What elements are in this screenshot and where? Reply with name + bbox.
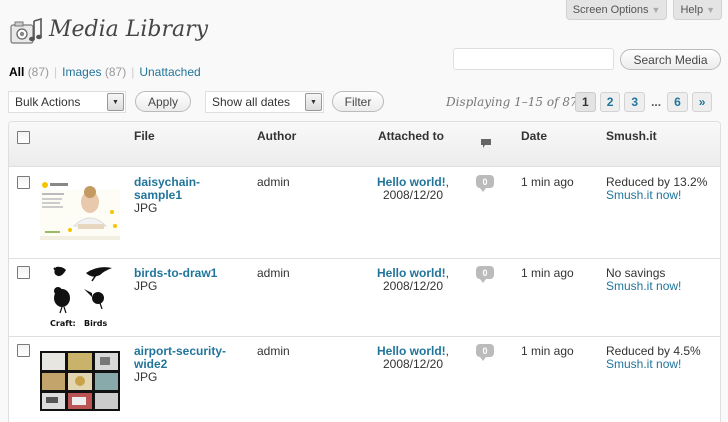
author: admin	[257, 175, 290, 189]
file-link[interactable]: daisychain-sample1 JPG	[134, 176, 244, 215]
attached-to: Hello world!, 2008/12/20	[376, 344, 449, 371]
filter-separator: |	[131, 65, 135, 79]
screen-meta-links: Screen Options ▼ Help ▼	[565, 0, 722, 20]
attached-date: 2008/12/20	[382, 357, 444, 371]
file-name: daisychain-sample1	[134, 175, 201, 202]
chevron-down-icon: ▼	[706, 5, 715, 15]
comment-count-bubble[interactable]: 0	[476, 175, 494, 192]
date: 1 min ago	[521, 344, 574, 358]
column-file[interactable]: File	[134, 130, 155, 143]
apply-button[interactable]: Apply	[135, 91, 191, 112]
smush-status: Reduced by 13.2%	[606, 175, 708, 189]
author: admin	[257, 266, 290, 280]
column-author: Author	[257, 129, 297, 143]
smush-cell: No savings Smush.it now!	[606, 267, 681, 293]
attached-post-link[interactable]: Hello world!	[377, 266, 446, 280]
chevron-down-icon: ▼	[107, 93, 124, 111]
attached-post-link[interactable]: Hello world!	[377, 344, 446, 358]
next-page[interactable]: »	[691, 92, 713, 112]
attached-date: 2008/12/20	[382, 188, 444, 202]
file-link[interactable]: airport-security-wide2 JPG	[134, 345, 244, 384]
page-1: 1	[575, 92, 596, 112]
chevron-down-icon: ▼	[305, 93, 322, 111]
comment-count-bubble[interactable]: 0	[476, 344, 494, 361]
search-input[interactable]	[453, 48, 614, 70]
row-checkbox[interactable]	[17, 176, 30, 189]
attached-date: 2008/12/20	[382, 279, 444, 293]
thumbnail-daisychain[interactable]	[40, 180, 120, 240]
help-label: Help	[680, 4, 704, 16]
page-3[interactable]: 3	[624, 92, 646, 112]
media-table: File Author Attached to Date Smush.it da…	[8, 121, 721, 422]
smush-status: No savings	[606, 266, 666, 280]
smush-now-link[interactable]: Smush.it now!	[606, 357, 681, 371]
thumbnail-airport-security[interactable]	[40, 351, 120, 411]
file-type: JPG	[134, 279, 158, 293]
thumbnail-birds[interactable]: Craft: Birds	[40, 265, 120, 329]
file-name: airport-security-wide2	[134, 344, 227, 371]
file-link[interactable]: birds-to-draw1 JPG	[134, 267, 244, 293]
birds-thumbnail-image: Craft: Birds	[40, 265, 120, 329]
birds-caption-2: Birds	[84, 319, 108, 328]
filter-all-count: (87)	[27, 65, 50, 79]
smush-status: Reduced by 4.5%	[606, 344, 701, 358]
column-smush: Smush.it	[606, 129, 657, 143]
select-all-checkbox[interactable]	[17, 131, 30, 144]
row-checkbox[interactable]	[17, 344, 30, 357]
table-row: daisychain-sample1 JPG admin Hello world!…	[9, 168, 720, 259]
smush-cell: Reduced by 13.2% Smush.it now!	[606, 176, 707, 202]
pagination: 1 2 3 ... 6 »	[575, 92, 713, 112]
attached-post-link[interactable]: Hello world!	[377, 175, 446, 189]
chevron-down-icon: ▼	[651, 5, 661, 15]
filter-images-label: Images	[62, 65, 102, 79]
filter-all-label: All	[9, 65, 25, 79]
page-2[interactable]: 2	[599, 92, 621, 112]
author: admin	[257, 344, 290, 358]
filter-unattached[interactable]: Unattached	[139, 65, 200, 79]
daisychain-thumbnail-image	[40, 180, 120, 240]
column-date[interactable]: Date	[521, 130, 547, 143]
page-ellipsis: ...	[651, 95, 662, 109]
displaying-num: Displaying 1–15 of 87	[446, 95, 578, 109]
comment-count-bubble[interactable]: 0	[476, 266, 494, 283]
file-type: JPG	[134, 201, 158, 215]
file-name: birds-to-draw1	[134, 266, 218, 280]
birds-caption-1: Craft:	[50, 319, 76, 328]
column-attached-to: Attached to	[378, 129, 444, 143]
screen-options-tab[interactable]: Screen Options ▼	[565, 0, 668, 20]
table-row: airport-security-wide2 JPG admin Hello wo…	[9, 337, 720, 422]
date: 1 min ago	[521, 175, 574, 189]
screen-options-label: Screen Options	[572, 4, 649, 16]
bulk-actions-value: Bulk Actions	[15, 95, 81, 109]
airport-security-thumbnail-image	[40, 351, 120, 411]
smush-cell: Reduced by 4.5% Smush.it now!	[606, 345, 701, 371]
table-row: Craft: Birds birds-to-draw1 JPG admin Hel…	[9, 259, 720, 337]
bulk-actions-select[interactable]: Bulk Actions ▼	[8, 91, 126, 113]
date: 1 min ago	[521, 266, 574, 280]
media-filter-links: All (87) | Images (87) | Unattached	[9, 65, 201, 79]
filter-images[interactable]: Images (87)	[62, 65, 126, 79]
comment-icon	[481, 139, 491, 148]
filter-separator: |	[54, 65, 58, 79]
search-media-button[interactable]: Search Media	[620, 49, 721, 70]
page-title: Media Library	[49, 17, 209, 42]
media-library-icon	[10, 17, 42, 44]
help-tab[interactable]: Help ▼	[673, 0, 722, 20]
filter-all[interactable]: All (87)	[9, 65, 49, 79]
smush-now-link[interactable]: Smush.it now!	[606, 279, 681, 293]
table-header: File Author Attached to Date Smush.it	[9, 122, 720, 167]
row-checkbox[interactable]	[17, 266, 30, 279]
attached-to: Hello world!, 2008/12/20	[376, 266, 449, 293]
date-filter-select[interactable]: Show all dates ▼	[205, 91, 324, 113]
date-filter-value: Show all dates	[212, 95, 291, 109]
file-type: JPG	[134, 370, 158, 384]
smush-now-link[interactable]: Smush.it now!	[606, 188, 681, 202]
filter-button[interactable]: Filter	[332, 91, 384, 112]
filter-images-count: (87)	[104, 65, 127, 79]
attached-to: Hello world!, 2008/12/20	[376, 175, 449, 202]
page-6[interactable]: 6	[667, 92, 688, 112]
